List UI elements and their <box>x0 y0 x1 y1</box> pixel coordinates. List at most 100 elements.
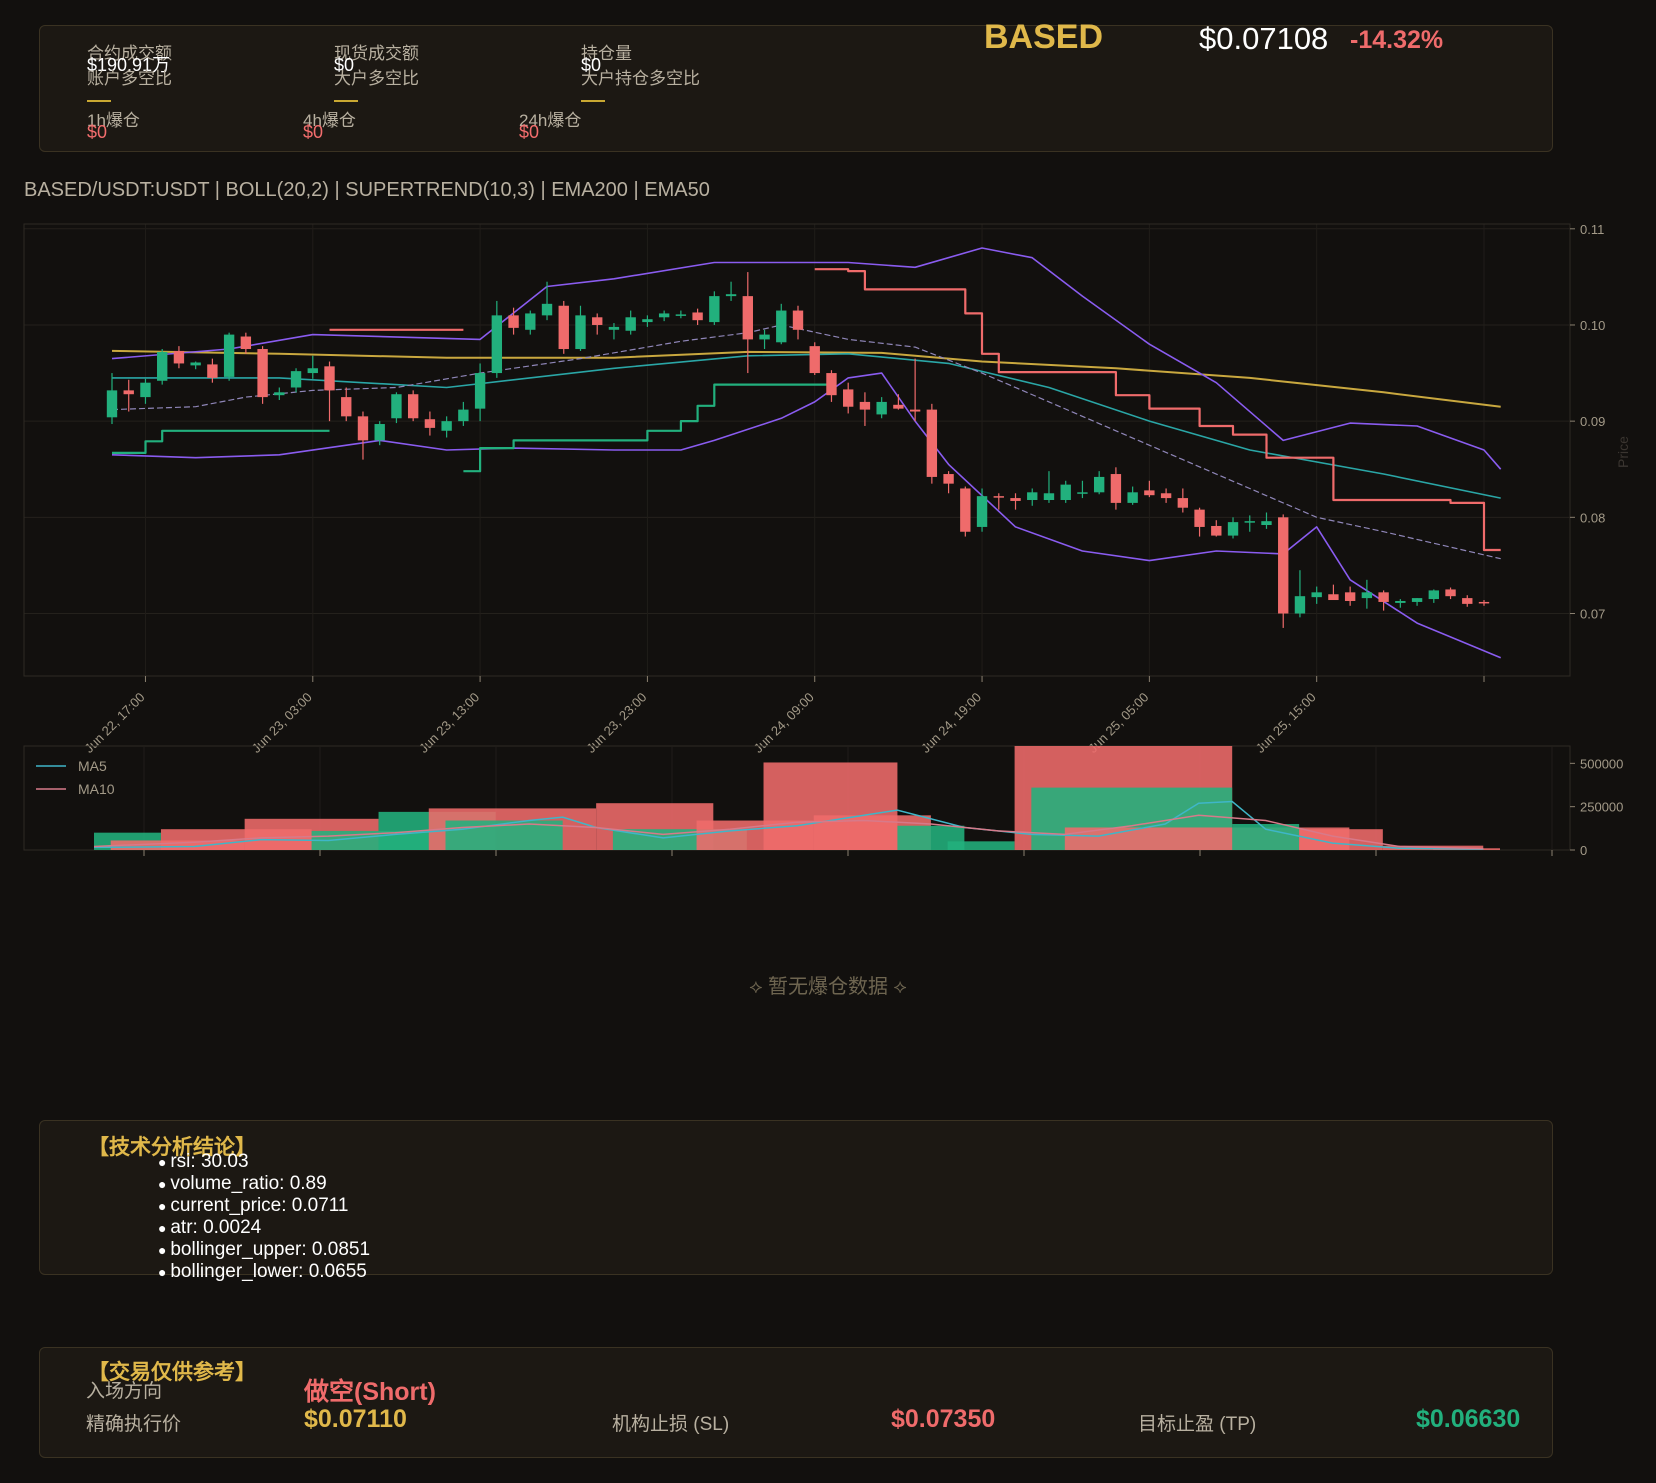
candle-down <box>1194 509 1205 527</box>
candle-up <box>1361 592 1373 599</box>
price-ylabel: Price <box>1615 436 1631 468</box>
candle-down <box>943 474 954 484</box>
price-ytick-label: 0.07 <box>1580 606 1605 621</box>
ema50-line <box>112 353 1501 499</box>
ema200-line <box>111 349 1501 408</box>
price-ytick-label: 0.09 <box>1580 414 1605 429</box>
candle-up <box>976 496 988 527</box>
analysis-item: volume_ratio: 0.89 <box>158 1173 370 1195</box>
candle-down <box>792 310 804 330</box>
candle-up <box>1244 521 1255 523</box>
analysis-item: rsi: 30.03 <box>158 1151 370 1173</box>
candle-down <box>826 373 837 396</box>
candle-up <box>140 382 151 398</box>
candle-up <box>1127 492 1138 503</box>
candle-down <box>1144 490 1155 496</box>
legend-ma5-label: MA5 <box>78 758 107 774</box>
volume-bar <box>1232 824 1300 850</box>
candle-down <box>843 389 854 407</box>
candle-up <box>1428 590 1439 600</box>
candle-down <box>207 364 218 378</box>
candle-up <box>1294 596 1306 614</box>
candle-down <box>357 416 369 441</box>
price-ytick-label: 0.08 <box>1580 510 1605 525</box>
entry-value: $0.07110 <box>304 1405 407 1433</box>
candle-down <box>1445 589 1456 597</box>
bollinger-upper-line <box>111 247 1502 470</box>
candle-up <box>157 351 168 381</box>
candle-down <box>1177 498 1189 508</box>
candle-down <box>424 419 436 428</box>
candle-down <box>324 366 335 391</box>
candle-up <box>1395 600 1406 603</box>
candle-down <box>809 346 820 374</box>
candle-down <box>1344 592 1356 601</box>
candle-down <box>257 349 268 398</box>
indicator-overlays <box>111 247 1502 659</box>
candle-down <box>909 409 921 412</box>
price-plot-frame <box>23 223 1571 677</box>
candle-up <box>541 303 553 316</box>
no-liquidation-message: ⟡ 暂无爆仓数据 ⟡ <box>749 976 907 998</box>
candle-up <box>1411 598 1423 602</box>
analysis-item: bollinger_upper: 0.0851 <box>158 1239 370 1261</box>
candle-up <box>675 314 687 316</box>
analysis-item: current_price: 0.0711 <box>158 1195 370 1217</box>
candle-down <box>1010 498 1021 501</box>
legend-ma10-label: MA10 <box>78 781 115 797</box>
direction-label: 入场方向 <box>86 1381 163 1402</box>
candle-down <box>1278 517 1289 614</box>
candle-down <box>1478 601 1490 604</box>
candle-up <box>223 334 235 377</box>
candle-up <box>290 371 302 388</box>
candle-down <box>993 496 1004 498</box>
candle-down <box>1378 592 1389 602</box>
price-ytick-label: 0.10 <box>1580 318 1605 333</box>
candle-up <box>658 313 670 318</box>
candle-down <box>558 305 569 350</box>
supertrend-up-segment <box>112 429 330 454</box>
candle-up <box>1311 592 1322 598</box>
candle-up <box>491 315 503 374</box>
candle-down <box>407 394 419 419</box>
candle-down <box>592 317 603 325</box>
volume-ytick-label: 500000 <box>1580 756 1623 771</box>
stop-loss-label: 机构止损 (SL) <box>612 1414 730 1435</box>
candle-up <box>1043 493 1055 501</box>
candle-down <box>859 401 871 410</box>
candle-down <box>1211 525 1222 536</box>
candle-up <box>1227 522 1239 536</box>
candle-up <box>759 334 770 340</box>
price-grid <box>24 224 1570 676</box>
entry-label: 精确执行价 <box>86 1414 182 1435</box>
trade-reference-panel: 【交易仅供参考】 入场方向 做空(Short) 精确执行价 $0.07110 机… <box>39 1347 1553 1458</box>
volume-bar <box>947 841 1015 850</box>
candle-down <box>123 390 134 395</box>
candle-down <box>173 350 185 364</box>
technical-analysis-panel: 【技术分析结论】 rsi: 30.03 volume_ratio: 0.89 c… <box>39 1120 1553 1282</box>
take-profit-label: 目标止盈 (TP) <box>1138 1414 1257 1435</box>
candle-down <box>1160 493 1172 499</box>
candle-down <box>692 312 703 321</box>
candle-up <box>876 401 887 415</box>
candle-down <box>508 315 519 328</box>
candle-up <box>391 394 402 419</box>
candle-up <box>709 296 720 323</box>
candle-up <box>776 310 787 343</box>
volume-bar <box>1299 829 1383 850</box>
candle-up <box>608 326 620 330</box>
analysis-item: bollinger_lower: 0.0655 <box>158 1261 370 1283</box>
candle-up <box>106 390 118 418</box>
candle-up <box>458 409 469 422</box>
stop-loss-value: $0.07350 <box>891 1405 996 1433</box>
analysis-item: atr: 0.0024 <box>158 1217 370 1239</box>
candle-up <box>625 317 636 331</box>
candle-up <box>1077 492 1088 494</box>
candle-down <box>1110 474 1122 503</box>
candle-up <box>525 313 536 330</box>
candle-up <box>441 421 452 431</box>
candle-up <box>725 294 737 297</box>
candle-down <box>926 409 938 477</box>
candle-up <box>1093 476 1105 493</box>
candle-up <box>642 319 653 323</box>
